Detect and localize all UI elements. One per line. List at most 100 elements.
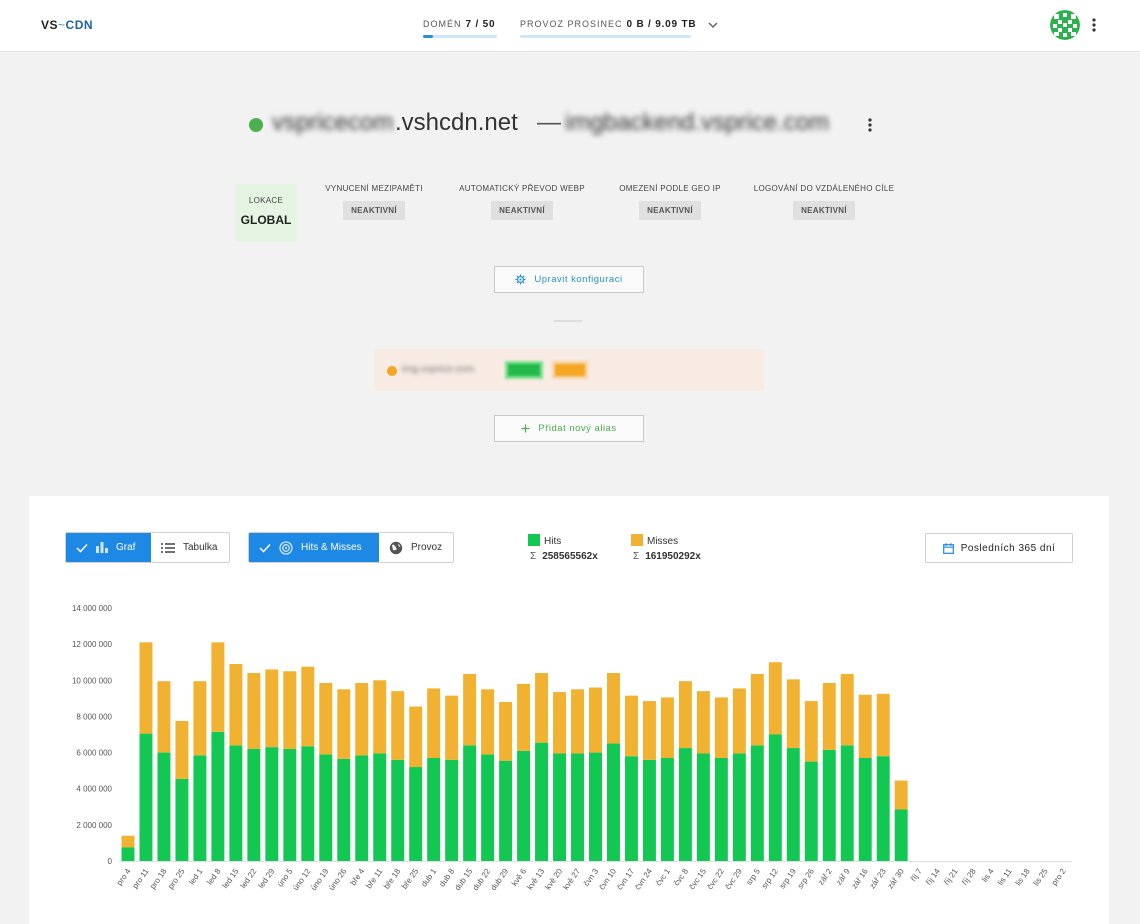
x-tick-label: čvn 10: [597, 867, 618, 892]
misses-bar: [139, 642, 153, 734]
feature-label: Logování do vzdáleného cíle: [753, 184, 895, 193]
hits-bar: [427, 757, 441, 861]
x-tick-label: led 22: [239, 867, 259, 890]
misses-bar: [193, 681, 207, 756]
hits-bar: [499, 760, 513, 861]
status-badge: NEAKTIVNÍ: [639, 201, 701, 220]
misses-bar: [535, 673, 549, 743]
x-tick-label: čvc 29: [723, 867, 744, 892]
x-tick-label: bře 25: [400, 867, 421, 891]
divider: [554, 320, 582, 322]
feature-remote-logging: Logování do vzdáleného cíle NEAKTIVNÍ: [750, 184, 898, 220]
logo[interactable]: VS~CDN: [41, 18, 93, 32]
location-label: Lokace: [248, 196, 284, 205]
feature-cache-force: Vynucení mezipaměti NEAKTIVNÍ: [319, 184, 429, 220]
add-alias-button[interactable]: Přidat nový alias: [494, 415, 644, 442]
x-tick-label: led 15: [221, 867, 241, 890]
misses-bar: [732, 688, 746, 754]
hits-bar: [535, 742, 549, 861]
x-tick-label: kvě 20: [543, 867, 564, 892]
x-tick-label: srp 26: [796, 867, 816, 891]
x-tick-label: pro 2: [1050, 867, 1068, 888]
cdn-title: vspricecom .vshcdn.net — imgbackend.vspr…: [0, 108, 1140, 140]
domains-progress-fill: [423, 35, 434, 38]
more-vertical-icon[interactable]: [864, 116, 876, 134]
feature-webp: Automatický převod WebP NEAKTIVNÍ: [456, 184, 588, 220]
misses-bar: [786, 679, 800, 749]
location-value: GLOBAL: [240, 213, 292, 227]
edit-config-button[interactable]: Upravit konfiguraci: [494, 266, 644, 293]
gear-icon: [515, 274, 526, 285]
misses-bar: [840, 673, 854, 746]
feature-location: Lokace GLOBAL: [235, 184, 297, 242]
edit-config-label: Upravit konfiguraci: [534, 274, 623, 285]
x-tick-label: úno 26: [327, 867, 349, 893]
misses-bar: [607, 673, 620, 744]
hits-bar: [750, 745, 764, 861]
traffic-label: Provoz prosinec: [520, 19, 623, 29]
misses-bar: [589, 687, 602, 753]
misses-bar: [876, 693, 890, 757]
top-bar: VS~CDN Domén 7 / 50 Provoz prosinec 0 B / …: [0, 0, 1140, 52]
add-alias-label: Přidat nový alias: [538, 423, 617, 434]
y-tick-label: 12 000 000: [72, 640, 113, 649]
x-tick-label: říj 28: [960, 867, 978, 887]
alias-item[interactable]: img.vsprice.com: [374, 349, 764, 391]
hits-bar: [301, 746, 315, 861]
status-dot: [249, 118, 263, 132]
domains-counter: Domén 7 / 50: [423, 19, 497, 38]
misses-bar: [517, 683, 531, 751]
hits-bar: [229, 745, 243, 861]
traffic-counter: Provoz prosinec 0 B / 9.09 TB: [520, 19, 696, 38]
x-tick-label: říj 7: [909, 867, 924, 884]
hits-bar: [876, 756, 890, 861]
hits-bar: [696, 753, 710, 861]
misses-bar: [427, 688, 441, 758]
x-tick-label: říj 21: [942, 867, 960, 887]
hits-bar: [786, 748, 800, 861]
x-tick-label: čvn 24: [633, 867, 654, 892]
avatar[interactable]: [1050, 10, 1080, 40]
title-separator: —: [537, 109, 561, 136]
misses-bar: [822, 682, 836, 750]
hits-bar: [624, 756, 638, 861]
misses-bar: [409, 706, 423, 768]
x-tick-label: pro 18: [148, 867, 169, 891]
misses-bar: [678, 681, 692, 749]
misses-bar: [858, 694, 872, 758]
hits-bar: [265, 747, 279, 861]
hits-bar: [840, 745, 854, 861]
y-tick-label: 10 000 000: [72, 676, 113, 685]
hits-bar: [714, 757, 728, 861]
x-tick-label: čvn 17: [615, 867, 636, 892]
x-tick-label: led 29: [257, 867, 277, 890]
stats-panel: Graf Tabulka Hits & Misses Provoz Hits Σ…: [29, 496, 1109, 924]
misses-bar: [157, 681, 171, 753]
x-tick-label: dub 1: [419, 867, 438, 889]
hits-bar: [822, 749, 836, 861]
misses-bar: [481, 689, 495, 755]
cdn-domain-suffix: .vshcdn.net: [395, 109, 518, 136]
x-tick-label: zář 23: [868, 867, 888, 891]
misses-bar: [373, 680, 387, 754]
x-tick-label: lis 18: [1014, 867, 1032, 888]
x-tick-label: led 8: [205, 867, 223, 887]
chevron-down-icon[interactable]: [706, 18, 720, 32]
misses-bar: [265, 669, 279, 748]
feature-label: Vynucení mezipaměti: [325, 184, 423, 193]
misses-bar: [804, 701, 818, 762]
alias-badge-secondary: [552, 361, 588, 379]
x-tick-label: lis 11: [996, 867, 1014, 887]
more-vertical-icon[interactable]: [1088, 16, 1100, 34]
misses-bar: [571, 689, 584, 754]
hits-bar: [355, 755, 369, 861]
hits-bar: [193, 755, 207, 861]
origin-hostname: imgbackend.vsprice.com: [565, 109, 830, 136]
x-tick-label: čvc 22: [705, 867, 726, 892]
misses-bar: [283, 671, 297, 749]
misses-bar: [750, 673, 764, 746]
misses-bar: [714, 697, 728, 758]
y-tick-label: 2 000 000: [76, 821, 112, 830]
x-tick-label: srp 19: [778, 867, 798, 891]
alias-status-dot: [387, 366, 397, 376]
